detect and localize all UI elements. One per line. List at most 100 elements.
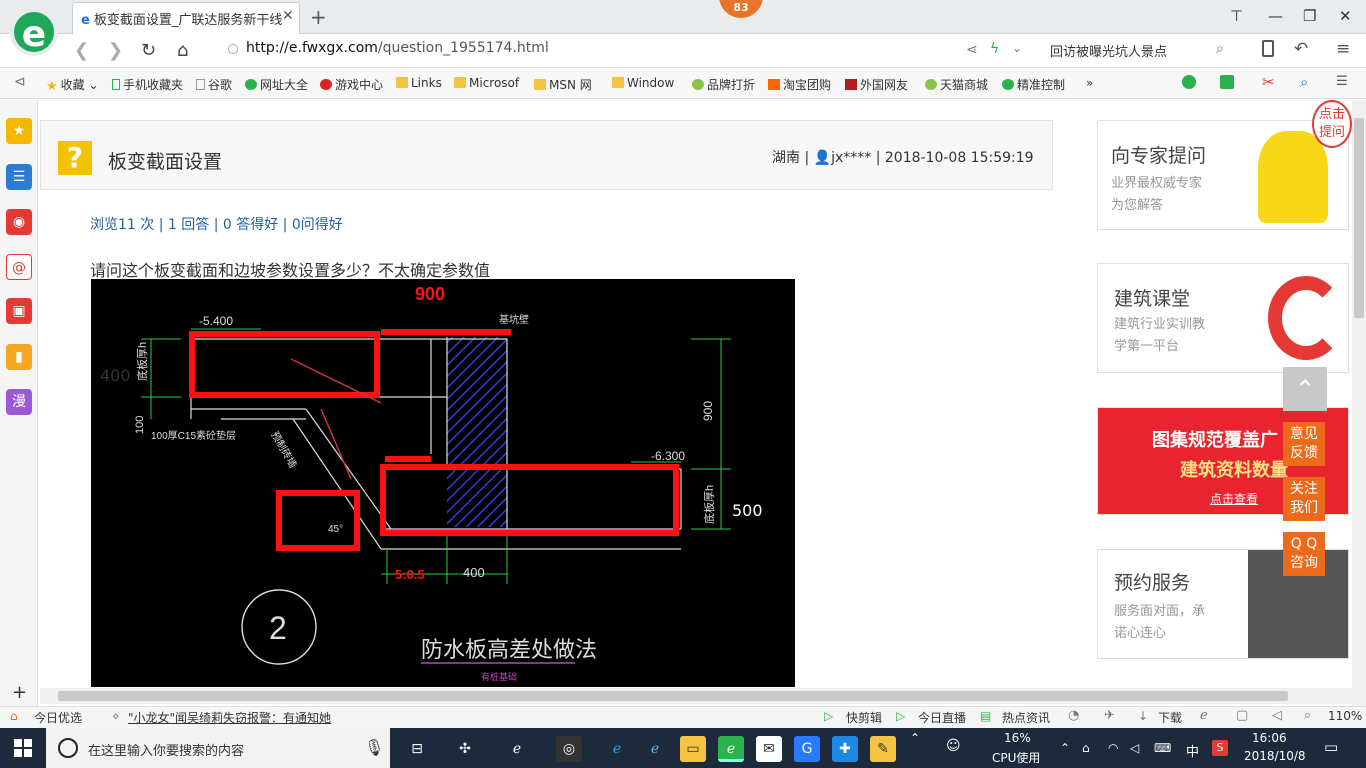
- quick-clip[interactable]: 快剪辑: [846, 709, 882, 726]
- app-ie2-icon[interactable]: ℯ: [642, 736, 668, 762]
- refresh-icon[interactable]: ↻: [141, 40, 156, 61]
- news-ticker[interactable]: "小龙女"闻吴绮莉失窃报警：有通知她: [128, 709, 331, 726]
- volume-icon[interactable]: ◁: [1130, 741, 1139, 755]
- qq-consult-button[interactable]: Q Q 咨询: [1283, 532, 1325, 576]
- yen-icon[interactable]: [1182, 75, 1196, 89]
- sidebar-add-button[interactable]: +: [12, 682, 27, 703]
- app-ie-icon[interactable]: ℯ: [504, 736, 530, 762]
- bookmark-tmall[interactable]: 天猫商城: [925, 76, 988, 93]
- tray-scroll-up-icon[interactable]: ⌃: [910, 731, 920, 745]
- speed-icon[interactable]: ◔: [1068, 708, 1079, 723]
- bookmark-foreign[interactable]: 外国网友: [845, 76, 908, 93]
- window-icon[interactable]: ▢: [1236, 708, 1248, 723]
- tab-close-button[interactable]: ✕: [282, 8, 294, 24]
- close-window-button[interactable]: ✕: [1339, 7, 1352, 25]
- book-icon[interactable]: ▮: [6, 344, 32, 370]
- restore-button[interactable]: ❐: [1303, 7, 1316, 25]
- follow-us-button[interactable]: 关注 我们: [1283, 477, 1325, 521]
- bookmark-msn[interactable]: MSN 网: [534, 76, 592, 93]
- app-g-icon[interactable]: G: [794, 736, 820, 762]
- people-icon[interactable]: ☺: [946, 738, 961, 754]
- game-icon[interactable]: ▣: [6, 298, 32, 324]
- app-browser-icon[interactable]: ◎: [556, 736, 582, 762]
- undo-icon[interactable]: ↶: [1294, 39, 1308, 59]
- scissors-icon[interactable]: ✂: [1262, 73, 1275, 91]
- app-edge-icon[interactable]: ℯ: [604, 736, 630, 762]
- bookmark-google[interactable]: 谷歌: [196, 76, 232, 93]
- cortana-icon[interactable]: [58, 738, 78, 758]
- hot-news[interactable]: 热点资讯: [1002, 709, 1050, 726]
- today-picks[interactable]: 今日优选: [34, 709, 82, 726]
- classroom-card[interactable]: 建筑课堂 建筑行业实训教 学第一平台: [1097, 263, 1349, 373]
- back-icon[interactable]: ❮: [74, 40, 89, 61]
- bookmark-favorites[interactable]: ★ 收藏 ⌄: [46, 76, 99, 94]
- browser-logo-icon[interactable]: e: [10, 8, 58, 56]
- new-tab-button[interactable]: +: [310, 5, 327, 29]
- app-pinwheel-icon[interactable]: ✣: [452, 736, 478, 762]
- microphone-icon[interactable]: 🎙: [364, 738, 384, 757]
- bookmark-precise[interactable]: 精准控制: [1002, 76, 1065, 93]
- home-icon[interactable]: ⌂: [177, 40, 188, 61]
- taskbar-search-input[interactable]: 在这里输入你要搜索的内容: [46, 728, 390, 768]
- hscroll-thumb[interactable]: [58, 691, 1288, 701]
- bookmark-brand[interactable]: 品牌打折: [692, 76, 755, 93]
- app-mail-icon[interactable]: ✉: [756, 736, 782, 762]
- lightning-icon[interactable]: ϟ: [990, 41, 999, 57]
- weibo-icon[interactable]: ◉: [6, 209, 32, 235]
- zoom-level[interactable]: 110%: [1328, 709, 1362, 723]
- banner-button[interactable]: 点击查看: [1210, 490, 1258, 507]
- hot-search-text[interactable]: 回访被曝光坑人景点: [1050, 41, 1167, 60]
- clock-time[interactable]: 16:06: [1252, 731, 1287, 745]
- forward-icon[interactable]: ❯: [108, 40, 123, 61]
- app-notes-icon[interactable]: ✎: [870, 736, 896, 762]
- collapse-icon[interactable]: ⊲: [14, 74, 26, 90]
- dropdown-icon[interactable]: ⌄: [1012, 41, 1022, 55]
- vscroll-thumb[interactable]: [1354, 118, 1364, 318]
- bookmark-windows[interactable]: Window: [612, 76, 674, 90]
- bookmark-games[interactable]: 游戏中心: [320, 76, 383, 93]
- comic-icon[interactable]: 漫: [6, 389, 32, 415]
- bookmark-hao[interactable]: 网址大全: [245, 76, 308, 93]
- tray-up-icon[interactable]: ⌃: [1060, 741, 1070, 755]
- email-icon[interactable]: @: [6, 254, 32, 280]
- sogou-icon[interactable]: S: [1212, 740, 1228, 756]
- app-explorer-icon[interactable]: ▭: [680, 736, 706, 762]
- notification-center-icon[interactable]: ▭: [1324, 738, 1338, 756]
- zoom-icon[interactable]: ⌕: [1304, 708, 1311, 723]
- ime-indicator[interactable]: 中: [1186, 741, 1199, 760]
- bookmark-links[interactable]: Links: [396, 76, 442, 90]
- bookmark-mobile[interactable]: 手机收藏夹: [112, 76, 183, 93]
- mobile-icon[interactable]: [1262, 40, 1274, 57]
- extension-menu-icon[interactable]: ☰: [1336, 74, 1348, 89]
- cad-drawing-image[interactable]: -5.400 基坑壁 100厚C15素砼垫层 -6.300 400 45° 底板…: [91, 279, 795, 687]
- click-ask-bubble[interactable]: 点击 提问: [1312, 100, 1352, 148]
- pin-icon[interactable]: ✈: [1104, 708, 1115, 723]
- network-device-icon[interactable]: ⌂: [1082, 741, 1090, 755]
- keyboard-icon[interactable]: ⌨: [1154, 741, 1171, 755]
- skin-icon[interactable]: ⊤: [1230, 7, 1243, 25]
- menu-icon[interactable]: ≡: [1336, 39, 1350, 59]
- zoom-search-icon[interactable]: ⌕: [1300, 73, 1308, 91]
- vertical-scrollbar[interactable]: [1352, 100, 1366, 706]
- clock-date[interactable]: 2018/10/8: [1244, 749, 1306, 763]
- news-icon[interactable]: ☰: [6, 164, 32, 190]
- tab-active[interactable]: e 板变截面设置_广联达服务新干线: [72, 2, 300, 34]
- sound-icon[interactable]: ◁: [1272, 708, 1282, 723]
- bookmark-taobao[interactable]: 淘宝团购: [768, 76, 831, 93]
- wifi-icon[interactable]: ◠: [1108, 741, 1118, 755]
- download-button[interactable]: 下载: [1158, 709, 1182, 726]
- more-bookmarks-icon[interactable]: »: [1086, 76, 1093, 90]
- app-plus-icon[interactable]: ✚: [832, 736, 858, 762]
- today-live[interactable]: 今日直播: [918, 709, 966, 726]
- bookmark-microsoft[interactable]: Microsof: [454, 76, 519, 90]
- share-icon[interactable]: ⋖: [966, 42, 978, 58]
- search-icon[interactable]: ⌕: [1216, 41, 1224, 57]
- app-360-icon[interactable]: ℯ: [718, 736, 744, 762]
- url-input[interactable]: http://e.fwxgx.com/question_1955174.html: [228, 40, 958, 62]
- ask-expert-card[interactable]: 向专家提问 业界最权威专家 为您解答: [1097, 120, 1349, 230]
- back-to-top-icon[interactable]: ⌃: [1283, 367, 1327, 411]
- horizontal-scrollbar[interactable]: [40, 688, 1352, 704]
- task-view-icon[interactable]: ⊟: [404, 736, 430, 762]
- ie-mode-icon[interactable]: ℯ: [1200, 708, 1208, 723]
- favorites-star-icon[interactable]: ★: [6, 118, 32, 144]
